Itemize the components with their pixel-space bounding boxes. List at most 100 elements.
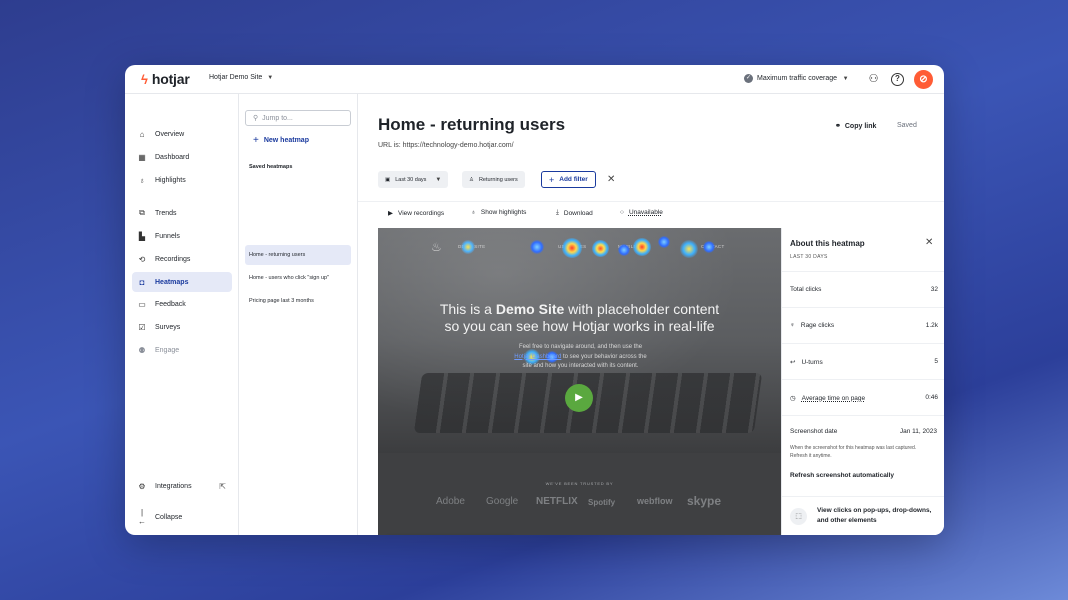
u-turn-icon: ↩ [790, 359, 796, 366]
metric-u-turns: ↩ U-turns 5 [782, 343, 944, 379]
date-range-label: Last 30 days [395, 176, 427, 183]
new-heatmap-button[interactable]: + New heatmap [253, 135, 309, 146]
sidebar-item-recordings[interactable]: ⟲ Recordings [132, 249, 232, 269]
popup-icon: ⬚ [790, 508, 807, 525]
copy-link-label: Copy link [844, 122, 877, 130]
integrations-icon: ⚙ [138, 481, 146, 491]
heat-spot [562, 238, 582, 258]
surveys-icon: ☑ [138, 322, 146, 332]
heat-spot [633, 238, 651, 256]
unavailable-status[interactable]: ○ Unavailable [620, 209, 663, 216]
user-icon: ♙ [469, 176, 474, 183]
show-highlights-button[interactable]: ♁ Show highlights [471, 209, 526, 216]
jump-to-search-input[interactable]: ⚲ Jump to... [245, 110, 351, 126]
metric-value: 1.2k [925, 322, 938, 329]
sidebar-item-heatmaps[interactable]: ◘ Heatmaps [132, 272, 232, 292]
collapse-button[interactable]: |← Collapse [132, 507, 232, 527]
download-button[interactable]: ⤓ Download [556, 209, 593, 217]
no-entry-icon: ⊘ [919, 74, 928, 85]
sidebar-item-label: Surveys [155, 323, 181, 331]
add-filter-button[interactable]: + Add filter [541, 171, 596, 188]
page-title: Home - returning users [378, 115, 566, 134]
download-icon: ⤓ [556, 209, 559, 216]
metric-label[interactable]: Average time on page [802, 395, 865, 402]
brand-logo: skype [687, 494, 722, 508]
saved-status: Saved [897, 122, 917, 129]
collapse-label: Collapse [155, 513, 183, 521]
metric-label: U-turns [801, 358, 823, 366]
caret-down-icon: ▼ [267, 74, 274, 81]
sidebar-item-integrations[interactable]: ⚙ Integrations ⇱ [132, 476, 232, 496]
help-icon[interactable]: ? [891, 73, 904, 86]
popups-clicks-section[interactable]: ⬚ View clicks on pop-ups, drop-downs, an… [782, 496, 944, 535]
sidebar-item-label: Heatmaps [155, 278, 189, 286]
sidebar-item-highlights[interactable]: ♁ Highlights [132, 170, 232, 190]
plus-icon: + [253, 135, 259, 146]
sidebar-item-funnels[interactable]: ▙ Funnels [132, 226, 232, 246]
heat-spot [592, 240, 609, 257]
show-highlights-label: Show highlights [480, 209, 527, 216]
demo-hero-subheading: so you can see how Hotjar works in real-… [444, 318, 715, 334]
traffic-label: Maximum traffic coverage [757, 75, 838, 82]
sidebar-item-feedback[interactable]: ▭ Feedback [132, 294, 232, 314]
sidebar-item-label: Engage [155, 346, 180, 354]
metric-label: Rage clicks [800, 322, 835, 329]
list-item[interactable]: Home - users who click "sign up" [245, 268, 351, 288]
clock-icon: ◷ [790, 395, 796, 402]
heatmap-canvas[interactable]: ♨ DEMO SITE USE CASES MOBILE APP CONTACT… [378, 228, 781, 535]
copy-link-button[interactable]: ⚭ Copy link [835, 122, 877, 131]
popups-label: View clicks on pop-ups, drop-downs, and … [817, 507, 932, 524]
date-range-filter[interactable]: ▣ Last 30 days ▼ [378, 171, 449, 188]
traffic-coverage-selector[interactable]: Maximum traffic coverage ▼ [744, 74, 849, 83]
logo-text: hotjar [151, 71, 190, 87]
panel-title: About this heatmap [790, 239, 865, 248]
hotjar-logo[interactable]: ϟ hotjar [141, 71, 190, 87]
metric-label: Total clicks [790, 286, 822, 293]
page-url: URL is: https://technology-demo.hotjar.c… [378, 142, 514, 149]
list-item[interactable]: Pricing page last 3 months [245, 291, 351, 311]
sidebar-item-label: Highlights [155, 176, 186, 184]
new-heatmap-label: New heatmap [263, 137, 309, 144]
heat-spot [461, 240, 475, 254]
rage-click-icon: ♆ [790, 322, 795, 329]
clear-filters-icon[interactable]: ✕ [607, 174, 615, 185]
view-recordings-button[interactable]: ▶ View recordings [388, 209, 444, 218]
home-icon: ⌂ [139, 129, 145, 139]
circle-icon: ○ [620, 209, 624, 216]
sidebar-item-trends[interactable]: ⧉ Trends [132, 203, 232, 223]
heatmap-toolbar: ▶ View recordings ♁ Show highlights ⤓ Do… [358, 201, 944, 225]
heat-spot [618, 244, 630, 256]
brand-logo: Google [486, 496, 519, 507]
sidebar-item-engage[interactable]: ⚉ Engage [132, 340, 232, 360]
site-selector[interactable]: Hotjar Demo Site ▼ [209, 74, 273, 81]
sidebar-item-label: Overview [155, 130, 185, 138]
sidebar-item-label: Integrations [155, 482, 192, 490]
caret-down-icon: ▼ [841, 75, 849, 82]
lightbulb-icon: ♁ [471, 209, 476, 216]
refresh-screenshot-link[interactable]: Refresh screenshot automatically [790, 472, 894, 479]
list-item[interactable]: Home - returning users [245, 245, 351, 265]
segment-filter[interactable]: ♙ Returning users [462, 171, 525, 188]
close-icon[interactable]: ✕ [925, 237, 933, 248]
recordings-icon: ⟲ [138, 254, 146, 264]
about-heatmap-panel: About this heatmap LAST 30 DAYS ✕ Total … [781, 228, 944, 535]
metric-rage-clicks: ♆ Rage clicks 1.2k [782, 307, 944, 343]
metric-value: 5 [934, 358, 938, 365]
funnels-icon: ▙ [138, 231, 146, 241]
sidebar-item-label: Feedback [155, 300, 186, 308]
sidebar-item-surveys[interactable]: ☑ Surveys [132, 317, 232, 337]
demo-hero-text: Feel free to navigate around, and then u… [514, 344, 647, 369]
demo-site-logo-icon: ♨ [431, 240, 442, 254]
heat-spot [658, 236, 670, 248]
link-icon: ⚭ [835, 123, 841, 130]
sidebar: ⌂ Overview ▦ Dashboard ♁ Highlights ⧉ Tr… [125, 94, 239, 535]
brand-logo: NETFLIX [536, 496, 578, 507]
add-user-icon[interactable]: ⚇ [867, 73, 880, 86]
sidebar-item-label: Dashboard [155, 153, 190, 161]
avatar[interactable]: ⊘ [914, 70, 933, 89]
sidebar-item-dashboard[interactable]: ▦ Dashboard [132, 147, 232, 167]
main-content: Home - returning users URL is: https://t… [358, 94, 944, 535]
play-icon[interactable]: ▶ [565, 384, 593, 412]
sidebar-item-overview[interactable]: ⌂ Overview [132, 124, 232, 144]
search-icon: ⚲ [253, 115, 259, 122]
